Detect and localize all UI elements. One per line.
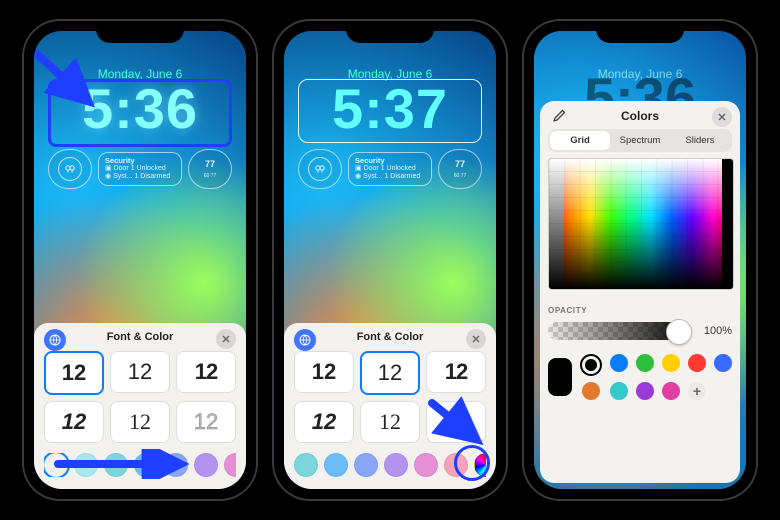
- close-icon[interactable]: ✕: [466, 329, 486, 349]
- color-swatch[interactable]: [194, 453, 218, 477]
- font-option-4[interactable]: 12: [294, 401, 354, 443]
- color-swatch[interactable]: [384, 453, 408, 477]
- preset-color[interactable]: [662, 382, 680, 400]
- widget-row[interactable]: Security ▣ Door 1 Unlocked ◉ Syst... 1 D…: [298, 149, 482, 189]
- opacity-knob[interactable]: [666, 319, 692, 345]
- widget-weather[interactable]: 77 60 77: [438, 149, 482, 189]
- globe-icon[interactable]: [44, 329, 66, 351]
- widget-weather[interactable]: 77 60 77: [188, 149, 232, 189]
- font-option-6[interactable]: 12: [176, 401, 236, 443]
- widget-row[interactable]: Security ▣ Door 1 Unlocked ◉ Syst... 1 D…: [48, 149, 232, 189]
- swatch-dock: +: [548, 354, 732, 400]
- tab-spectrum[interactable]: Spectrum: [610, 131, 670, 150]
- widget-airpods[interactable]: [48, 149, 92, 189]
- preset-color[interactable]: [610, 354, 628, 372]
- font-option-2[interactable]: 12: [110, 351, 170, 393]
- color-swatch[interactable]: [104, 453, 128, 477]
- color-swatch[interactable]: [224, 453, 236, 477]
- color-swatch[interactable]: [134, 453, 158, 477]
- widget-security[interactable]: Security ▣ Door 1 Unlocked ◉ Syst... 1 D…: [98, 152, 182, 187]
- airpods-icon: [308, 157, 332, 181]
- preset-color[interactable]: [610, 382, 628, 400]
- font-option-1[interactable]: 12: [294, 351, 354, 393]
- globe-icon[interactable]: [294, 329, 316, 351]
- font-grid: 12 12 12 12 12 12: [294, 351, 486, 443]
- font-and-color-sheet: Font & Color ✕ 12 12 12 12 12 12: [284, 323, 496, 489]
- widget-security[interactable]: Security ▣ Door 1 Unlocked ◉ Syst... 1 D…: [348, 152, 432, 187]
- color-swatch[interactable]: [414, 453, 438, 477]
- color-grid[interactable]: [548, 158, 734, 290]
- sheet-title: Font & Color: [357, 331, 424, 343]
- font-option-1[interactable]: 12: [44, 351, 104, 395]
- phone-3: Monday, June 6 5:36 Colors ✕ Grid Spectr…: [524, 21, 756, 499]
- preset-color[interactable]: [688, 354, 706, 372]
- opacity-value: 100%: [696, 325, 732, 337]
- color-swatch-row[interactable]: [44, 453, 236, 477]
- color-swatch[interactable]: [444, 453, 468, 477]
- color-swatch[interactable]: [354, 453, 378, 477]
- preset-color[interactable]: [582, 382, 600, 400]
- security-title: Security: [105, 157, 170, 166]
- airpods-icon: [58, 157, 82, 181]
- current-color-swatch[interactable]: [548, 358, 572, 396]
- preset-color[interactable]: [636, 382, 654, 400]
- font-option-2[interactable]: 12: [360, 351, 420, 395]
- widget-airpods[interactable]: [298, 149, 342, 189]
- colors-title: Colors: [621, 109, 659, 123]
- color-swatch[interactable]: [74, 453, 98, 477]
- font-option-4[interactable]: 12: [44, 401, 104, 443]
- segmented-control[interactable]: Grid Spectrum Sliders: [548, 129, 732, 152]
- font-option-3[interactable]: 12: [176, 351, 236, 393]
- preset-color[interactable]: [636, 354, 654, 372]
- preset-color[interactable]: [714, 354, 732, 372]
- add-color-button[interactable]: +: [688, 382, 706, 400]
- font-option-5[interactable]: 12: [110, 401, 170, 443]
- color-swatch-row[interactable]: [294, 453, 486, 477]
- color-swatch[interactable]: [44, 453, 68, 477]
- sheet-title: Font & Color: [107, 331, 174, 343]
- eyedropper-icon[interactable]: [550, 109, 566, 125]
- tab-grid[interactable]: Grid: [550, 131, 610, 150]
- notch: [596, 21, 684, 43]
- phone-1: Monday, June 6 5:36: [24, 21, 256, 499]
- notch: [346, 21, 434, 43]
- color-swatch[interactable]: [294, 453, 318, 477]
- colors-panel: Colors ✕ Grid Spectrum Sliders: [540, 101, 740, 483]
- opacity-label: OPACITY: [548, 306, 587, 315]
- lockscreen-time[interactable]: 5:36: [34, 81, 246, 137]
- color-picker-rainbow-swatch[interactable]: [474, 453, 486, 477]
- font-option-5[interactable]: 12: [360, 401, 420, 443]
- color-swatch[interactable]: [164, 453, 188, 477]
- preset-color-selected[interactable]: [580, 354, 602, 376]
- opacity-section: OPACITY 100%: [548, 300, 732, 342]
- close-icon[interactable]: ✕: [712, 107, 732, 127]
- preset-color[interactable]: [662, 354, 680, 372]
- font-grid: 12 12 12 12 12 12: [44, 351, 236, 443]
- font-and-color-sheet: Font & Color ✕ 12 12 12 12 12 12: [34, 323, 246, 489]
- lockscreen-time[interactable]: 5:37: [284, 81, 496, 137]
- color-swatch[interactable]: [324, 453, 348, 477]
- tab-sliders[interactable]: Sliders: [670, 131, 730, 150]
- notch: [96, 21, 184, 43]
- close-icon[interactable]: ✕: [216, 329, 236, 349]
- opacity-slider[interactable]: [548, 322, 690, 340]
- phone-2: Monday, June 6 5:37 Security ▣ Door 1 Un…: [274, 21, 506, 499]
- font-option-3[interactable]: 12: [426, 351, 486, 393]
- font-option-6[interactable]: 12: [426, 401, 486, 443]
